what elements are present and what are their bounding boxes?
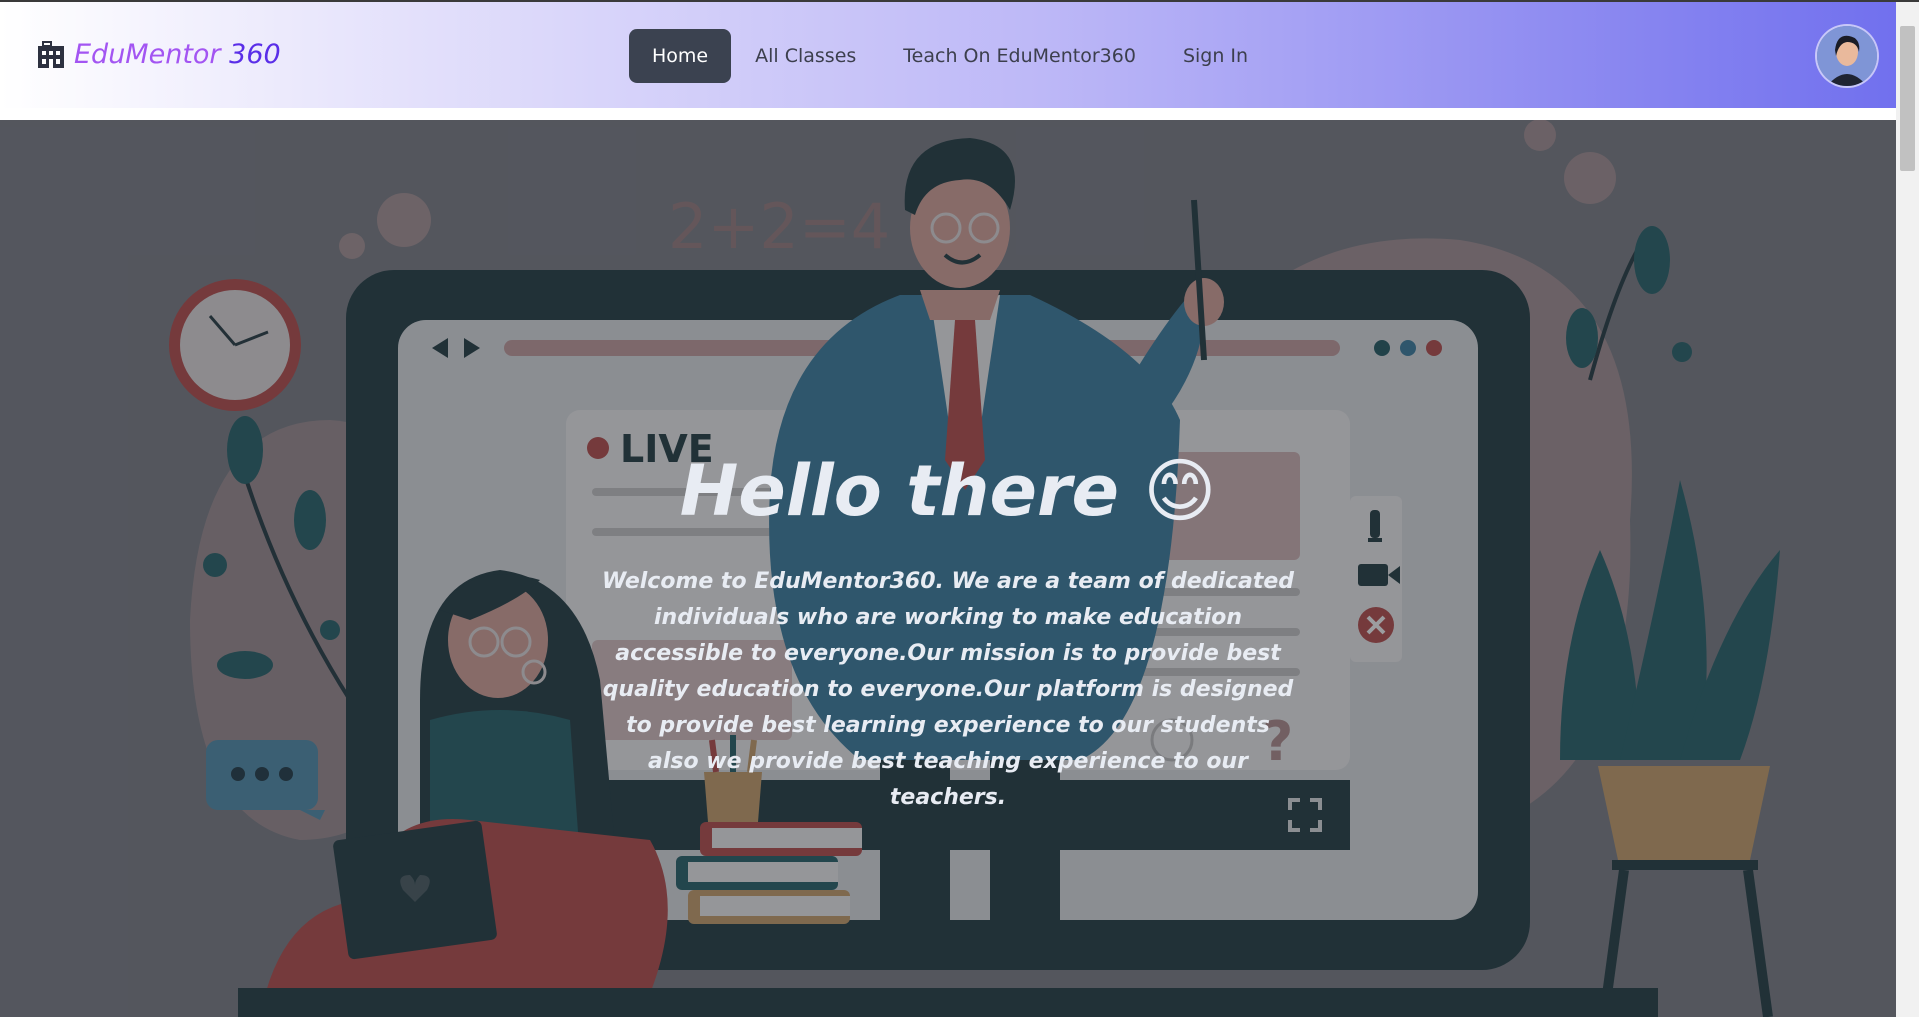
page-scrollbar[interactable]: [1896, 2, 1919, 1017]
hero-section: 2+2=4 LIVE ? Hello there 😊 Welcome to Ed…: [0, 120, 1896, 1017]
nav-home[interactable]: Home: [629, 29, 732, 83]
nav-all-classes[interactable]: All Classes: [732, 29, 879, 83]
user-avatar[interactable]: [1817, 26, 1877, 86]
brand-logo[interactable]: EduMentor 360: [36, 38, 281, 70]
brand-name: EduMentor 360: [74, 38, 281, 70]
nav-sign-in[interactable]: Sign In: [1160, 29, 1271, 83]
brand-number: 360: [229, 38, 281, 70]
avatar-portrait-icon: [1817, 26, 1877, 86]
hero-title: Hello there 😊: [679, 450, 1217, 532]
hero-description: Welcome to EduMentor360. We are a team o…: [601, 569, 1295, 810]
nav-teach-on-edumentor360[interactable]: Teach On EduMentor360: [880, 29, 1159, 83]
school-building-icon: [38, 41, 64, 68]
scrollbar-thumb[interactable]: [1900, 26, 1915, 171]
main-nav: Home All Classes Teach On EduMentor360 S…: [629, 29, 1272, 83]
navbar: EduMentor 360 Home All Classes Teach On …: [0, 2, 1896, 108]
